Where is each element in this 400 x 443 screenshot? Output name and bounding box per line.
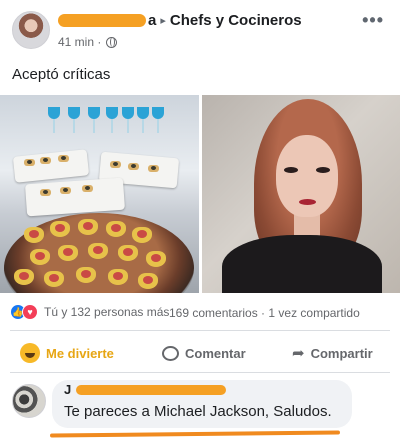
tart (146, 251, 166, 267)
canape (60, 187, 71, 194)
comment: J Te pareces a Michael Jackson, Saludos. (0, 378, 400, 443)
haha-icon (20, 343, 40, 363)
cocktail-glass (48, 107, 60, 135)
reaction-summary[interactable]: 👍 ♥ Tú y 132 personas más (10, 303, 169, 321)
tart (138, 273, 158, 289)
group-name-link[interactable]: Chefs y Cocineros (170, 12, 302, 29)
canape (148, 165, 159, 172)
post-time[interactable]: 41 min · (58, 35, 101, 49)
author-avatar[interactable] (12, 11, 50, 49)
divider (10, 372, 390, 373)
tart (58, 245, 78, 261)
redacted-commenter-name (76, 385, 226, 395)
reaction-count-text[interactable]: Tú y 132 personas más (44, 305, 169, 319)
portrait-lips (299, 199, 316, 205)
comment-text: Te pareces a Michael Jackson, Saludos. (64, 403, 332, 420)
cocktail-glass (152, 107, 164, 135)
canape-tray (12, 149, 90, 183)
globe-icon (106, 36, 118, 48)
tart (30, 249, 50, 265)
comment-bubble[interactable]: J Te pareces a Michael Jackson, Saludos. (52, 380, 352, 428)
tart (78, 219, 98, 235)
commenter-initial[interactable]: J (64, 382, 71, 397)
post-meta: 41 min · (58, 35, 118, 49)
comments-shares-count[interactable]: 169 comentarios · 1 vez compartido (169, 306, 360, 320)
share-arrow-icon: ➦ (292, 345, 305, 362)
canape (40, 157, 51, 164)
tart (44, 271, 64, 287)
selfie-photo[interactable] (202, 95, 400, 293)
comment-label: Comentar (185, 345, 246, 361)
canape-tray (25, 177, 125, 217)
canape (40, 189, 51, 196)
author-and-group: a ▸ Chefs y Cocineros (58, 12, 302, 29)
post-header: a ▸ Chefs y Cocineros 41 min · ••• (0, 0, 400, 60)
portrait-eye (316, 167, 330, 173)
love-icon: ♥ (22, 304, 38, 320)
canape (82, 185, 93, 192)
canape (128, 163, 139, 170)
commenter-avatar[interactable] (12, 384, 46, 418)
haha-reaction-button[interactable]: Me divierte (20, 338, 114, 368)
cocktail-glass (106, 107, 118, 135)
tart (24, 227, 44, 243)
comment-icon (162, 345, 179, 361)
redacted-author-name (58, 13, 146, 27)
highlight-underline (49, 430, 341, 438)
post-text: Aceptó críticas (12, 66, 111, 83)
tart (108, 269, 128, 285)
haha-label: Me divierte (46, 345, 114, 361)
canape (110, 161, 121, 168)
more-dots-icon[interactable]: ••• (362, 10, 384, 31)
share-button[interactable]: ➦ Compartir (292, 338, 373, 368)
share-label: Compartir (310, 345, 373, 361)
author-name-suffix[interactable]: a (148, 12, 156, 29)
action-bar: Me divierte Comentar ➦ Compartir (0, 338, 400, 368)
cocktail-glass (137, 107, 149, 135)
canape (24, 159, 35, 166)
tart (50, 221, 70, 237)
tart (118, 245, 138, 261)
cocktail-glass (68, 107, 80, 135)
tart (132, 227, 152, 243)
tart (88, 243, 108, 259)
canape (58, 155, 69, 162)
divider (10, 330, 390, 331)
cocktail-glass (88, 107, 100, 135)
portrait-eye (284, 167, 298, 173)
cocktail-glass (122, 107, 134, 135)
portrait-black-top (222, 235, 382, 293)
comment-button[interactable]: Comentar (162, 338, 246, 368)
arrow-right-icon: ▸ (160, 15, 166, 27)
tart (14, 269, 34, 285)
tart (76, 267, 96, 283)
post-photos[interactable] (0, 95, 400, 293)
tart (106, 221, 126, 237)
food-photo[interactable] (0, 95, 199, 293)
